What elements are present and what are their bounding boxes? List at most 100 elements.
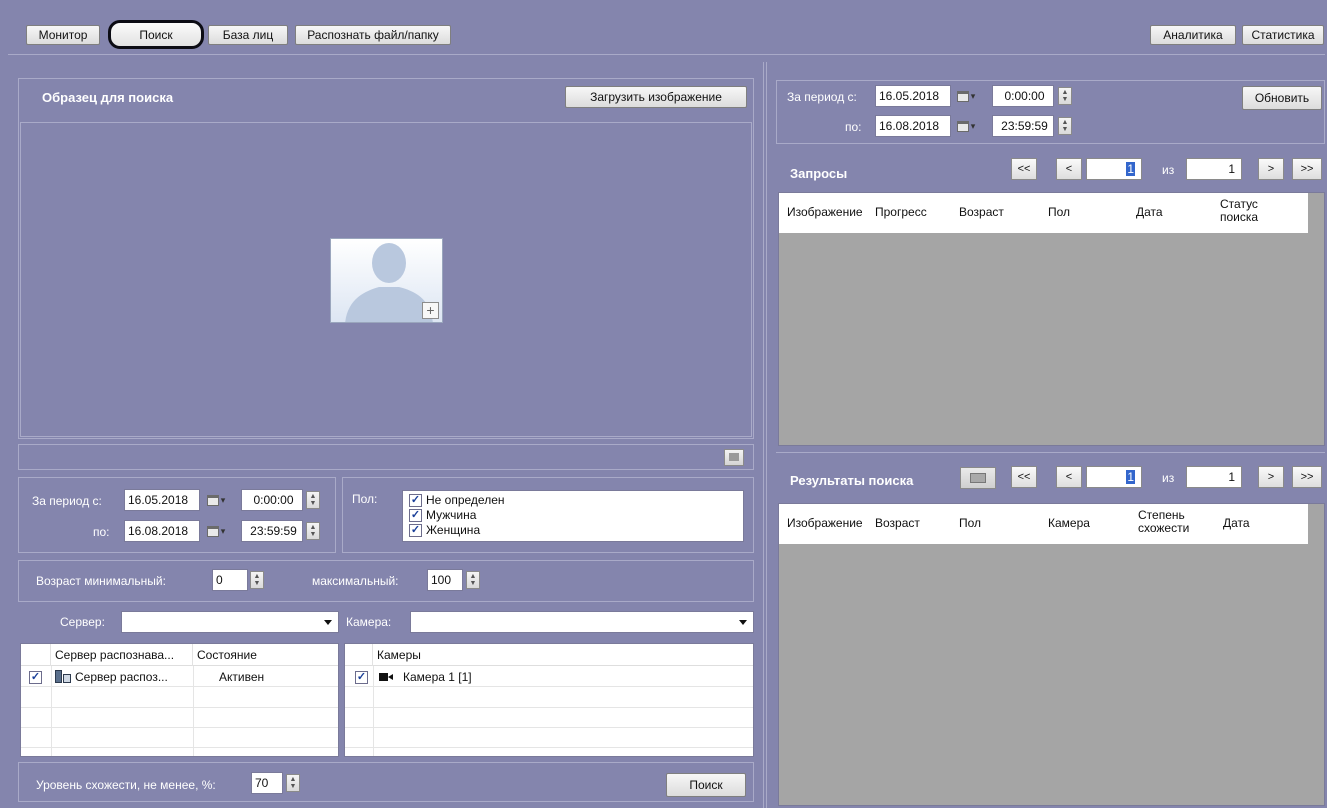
camera-select[interactable]	[410, 611, 754, 633]
results-first-page-button[interactable]: <<	[1011, 466, 1037, 488]
table-row	[345, 709, 753, 728]
camera-label: Камера:	[346, 615, 392, 629]
server-row-checkbox[interactable]: ✓	[29, 671, 42, 684]
results-export-icon[interactable]	[960, 467, 996, 489]
queries-col-gender[interactable]: Пол	[1048, 205, 1070, 219]
results-col-date[interactable]: Дата	[1223, 516, 1250, 530]
face-placeholder-image[interactable]: +	[330, 238, 443, 323]
time-to-spinner[interactable]: ▲ ▼	[306, 522, 320, 540]
results-col-camera[interactable]: Камера	[1048, 516, 1090, 530]
query-date-from-calendar-icon[interactable]: ▾	[952, 85, 980, 107]
camera-row-checkbox[interactable]: ✓	[355, 671, 368, 684]
time-from-spinner[interactable]: ▲ ▼	[306, 491, 320, 509]
results-col-image[interactable]: Изображение	[787, 516, 863, 530]
query-date-to-field[interactable]: 16.08.2018	[875, 115, 951, 137]
faces-database-button[interactable]: База лиц	[208, 25, 288, 45]
queries-col-date[interactable]: Дата	[1136, 205, 1163, 219]
table-row	[345, 689, 753, 708]
table-row[interactable]: ✓ Сервер распоз... Активен	[21, 668, 338, 687]
date-to-field[interactable]: 16.08.2018	[124, 520, 200, 542]
top-toolbar	[8, 10, 1325, 55]
analytics-button[interactable]: Аналитика	[1150, 25, 1236, 45]
time-to-field[interactable]: 23:59:59	[241, 520, 303, 542]
query-time-to-field[interactable]: 23:59:59	[992, 115, 1054, 137]
table-row[interactable]: ✓ Камера 1 [1]	[345, 668, 753, 687]
queries-col-status[interactable]: Статус поиска	[1220, 198, 1280, 224]
query-time-to-spinner[interactable]: ▲ ▼	[1058, 117, 1072, 135]
servers-table-header: Сервер распознава... Состояние	[21, 644, 338, 666]
queries-page-field[interactable]: 1	[1086, 158, 1142, 180]
time-from-field[interactable]: 0:00:00	[241, 489, 303, 511]
period-from-label: За период с:	[32, 494, 102, 508]
servers-col-state[interactable]: Состояние	[193, 644, 338, 666]
date-to-calendar-icon[interactable]: ▾	[202, 520, 230, 542]
gender-male-label: Мужчина	[426, 508, 477, 522]
date-from-field[interactable]: 16.05.2018	[124, 489, 200, 511]
panel-splitter[interactable]	[763, 62, 767, 808]
camera-icon	[379, 673, 393, 681]
queries-first-page-button[interactable]: <<	[1011, 158, 1037, 180]
query-date-to-calendar-icon[interactable]: ▾	[952, 115, 980, 137]
age-max-label: максимальный:	[312, 574, 399, 588]
results-col-age[interactable]: Возраст	[875, 516, 920, 530]
query-time-from-field[interactable]: 0:00:00	[992, 85, 1054, 107]
query-period-from-label: За период с:	[787, 90, 857, 104]
results-next-page-button[interactable]: >	[1258, 466, 1284, 488]
image-settings-icon[interactable]	[724, 449, 744, 466]
cameras-table: Камеры ✓ Камера 1 [1]	[344, 643, 754, 757]
results-of-label: из	[1162, 471, 1175, 485]
results-col-gender[interactable]: Пол	[959, 516, 981, 530]
recognize-file-button[interactable]: Распознать файл/папку	[295, 25, 451, 45]
search-tab-button[interactable]: Поиск	[108, 20, 204, 49]
servers-table: Сервер распознава... Состояние ✓ Сервер …	[20, 643, 339, 757]
gender-female-checkbox[interactable]: ✓	[409, 524, 422, 537]
servers-col-name[interactable]: Сервер распознава...	[51, 644, 193, 666]
gender-male-checkbox[interactable]: ✓	[409, 509, 422, 522]
queries-col-age[interactable]: Возраст	[959, 205, 1004, 219]
gender-undefined-label: Не определен	[426, 493, 505, 507]
cameras-col-name[interactable]: Камеры	[373, 644, 753, 666]
results-col-similarity[interactable]: Степень схожести	[1138, 509, 1198, 535]
queries-table-header: Изображение Прогресс Возраст Пол Дата Ст…	[779, 193, 1308, 233]
queries-total-field: 1	[1186, 158, 1242, 180]
table-row	[345, 729, 753, 748]
queries-prev-page-button[interactable]: <	[1056, 158, 1082, 180]
camera-dropdown-icon[interactable]	[739, 620, 747, 625]
monitor-button[interactable]: Монитор	[26, 25, 100, 45]
results-page-field[interactable]: 1	[1086, 466, 1142, 488]
server-dropdown-icon[interactable]	[324, 620, 332, 625]
queries-col-progress[interactable]: Прогресс	[875, 205, 927, 219]
server-name-cell: Сервер распоз...	[75, 670, 168, 684]
queries-of-label: из	[1162, 163, 1175, 177]
age-min-label: Возраст минимальный:	[36, 574, 166, 588]
server-select[interactable]	[121, 611, 339, 633]
statistics-button[interactable]: Статистика	[1242, 25, 1324, 45]
query-date-from-field[interactable]: 16.05.2018	[875, 85, 951, 107]
results-last-page-button[interactable]: >>	[1292, 466, 1322, 488]
servers-col-check	[21, 644, 51, 666]
similarity-spinner[interactable]: ▲ ▼	[286, 774, 300, 792]
query-time-from-spinner[interactable]: ▲ ▼	[1058, 87, 1072, 105]
results-table-header: Изображение Возраст Пол Камера Степень с…	[779, 504, 1308, 544]
table-row	[21, 689, 338, 708]
add-image-icon[interactable]: +	[422, 302, 439, 319]
age-max-field[interactable]: 100	[427, 569, 463, 591]
camera-name-cell: Камера 1 [1]	[403, 670, 472, 684]
refresh-button[interactable]: Обновить	[1242, 86, 1322, 110]
upload-image-button[interactable]: Загрузить изображение	[565, 86, 747, 108]
queries-col-image[interactable]: Изображение	[787, 205, 863, 219]
server-state-cell: Активен	[219, 670, 265, 684]
queries-last-page-button[interactable]: >>	[1292, 158, 1322, 180]
queries-next-page-button[interactable]: >	[1258, 158, 1284, 180]
age-min-spinner[interactable]: ▲ ▼	[250, 571, 264, 589]
search-button[interactable]: Поиск	[666, 773, 746, 797]
results-total-field: 1	[1186, 466, 1242, 488]
gender-undefined-checkbox[interactable]: ✓	[409, 494, 422, 507]
age-max-spinner[interactable]: ▲ ▼	[466, 571, 480, 589]
queries-page-value: 1	[1126, 162, 1135, 176]
results-prev-page-button[interactable]: <	[1056, 466, 1082, 488]
similarity-field[interactable]: 70	[251, 772, 283, 794]
results-page-value: 1	[1126, 470, 1135, 484]
date-from-calendar-icon[interactable]: ▾	[202, 489, 230, 511]
age-min-field[interactable]: 0	[212, 569, 248, 591]
